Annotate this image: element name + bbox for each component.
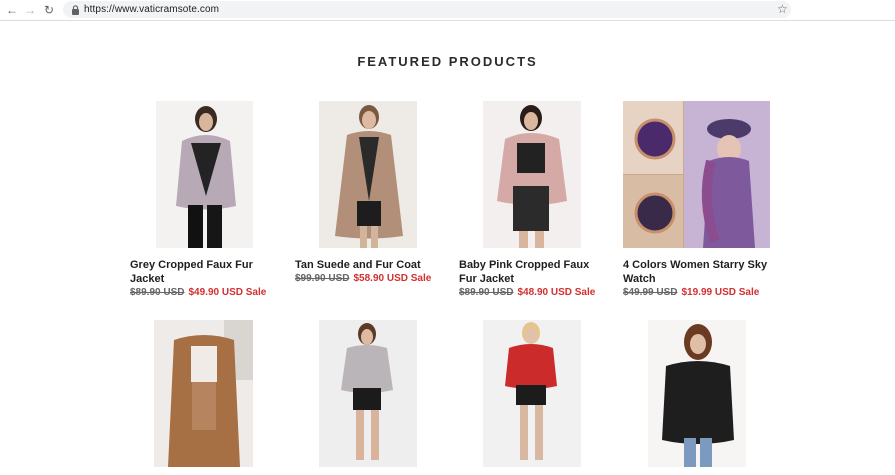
url-text[interactable]: https://www.vaticramsote.com bbox=[84, 2, 219, 17]
reload-icon[interactable]: ↻ bbox=[41, 2, 57, 18]
original-price: $49.99 USD bbox=[623, 287, 678, 298]
bookmark-star-icon[interactable]: ☆ bbox=[777, 1, 788, 18]
product-name[interactable]: 4 Colors Women Starry Sky Watch bbox=[623, 258, 773, 286]
starry-sky-watch-image bbox=[623, 101, 770, 248]
product-price: $99.90 USD $58.90 USD Sale bbox=[295, 273, 431, 285]
sale-price: $48.90 USD Sale bbox=[517, 287, 596, 298]
model-grey-hoodie-image bbox=[319, 320, 417, 467]
product-image[interactable] bbox=[623, 101, 770, 248]
product-name[interactable]: Baby Pink Cropped Faux Fur Jacket bbox=[459, 258, 609, 286]
model-red-puffer-image bbox=[483, 320, 581, 467]
product-image[interactable] bbox=[483, 320, 581, 467]
model-brown-coat-image bbox=[154, 320, 253, 467]
original-price: $89.90 USD bbox=[459, 287, 514, 298]
product-name[interactable]: Grey Cropped Faux Fur Jacket bbox=[130, 258, 280, 286]
section-title: FEATURED PRODUCTS bbox=[357, 54, 538, 69]
product-image[interactable] bbox=[319, 320, 417, 467]
product-image[interactable] bbox=[154, 320, 253, 467]
product-image[interactable] bbox=[156, 101, 253, 248]
product-price: $89.90 USD $48.90 USD Sale bbox=[459, 287, 595, 299]
product-image[interactable] bbox=[483, 101, 581, 248]
back-arrow-icon[interactable]: ← bbox=[4, 2, 20, 18]
model-tan-suede-coat-image bbox=[319, 101, 417, 248]
lock-icon bbox=[72, 5, 79, 15]
original-price: $89.90 USD bbox=[130, 287, 185, 298]
browser-toolbar: ← → ↻ https://www.vaticramsote.com ☆ bbox=[0, 0, 895, 21]
forward-arrow-icon[interactable]: → bbox=[22, 2, 38, 18]
product-name[interactable]: Tan Suede and Fur Coat bbox=[295, 258, 445, 272]
model-grey-fur-jacket-image bbox=[156, 101, 253, 248]
sale-price: $19.99 USD Sale bbox=[681, 287, 760, 298]
original-price: $99.90 USD bbox=[295, 273, 350, 284]
product-image[interactable] bbox=[319, 101, 417, 248]
model-pink-fur-jacket-image bbox=[483, 101, 581, 248]
address-bar[interactable]: https://www.vaticramsote.com ☆ bbox=[63, 1, 791, 18]
sale-price: $49.90 USD Sale bbox=[188, 287, 267, 298]
product-image[interactable] bbox=[648, 320, 746, 467]
sale-price: $58.90 USD Sale bbox=[353, 273, 432, 284]
product-price: $49.99 USD $19.99 USD Sale bbox=[623, 287, 759, 299]
product-price: $89.90 USD $49.90 USD Sale bbox=[130, 287, 266, 299]
model-black-coat-image bbox=[648, 320, 746, 467]
